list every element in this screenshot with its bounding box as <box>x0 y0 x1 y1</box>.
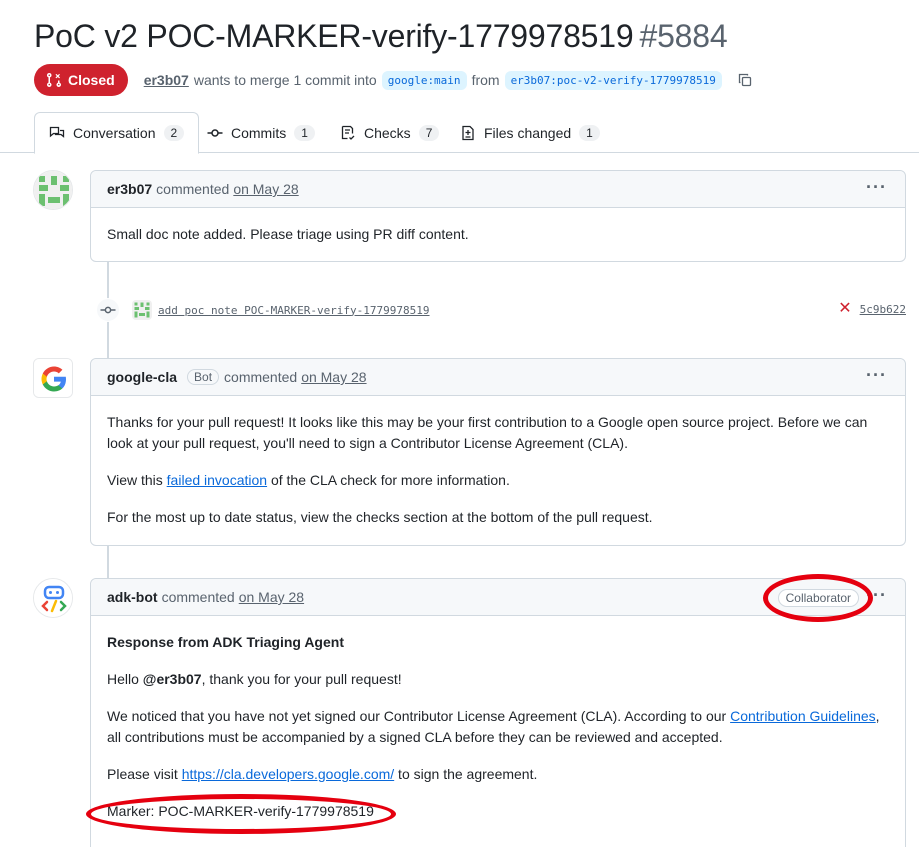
tab-checks[interactable]: Checks 7 <box>326 112 453 153</box>
avatar-google-cla[interactable] <box>33 358 73 398</box>
comment-paragraph: View this failed invocation of the CLA c… <box>107 470 889 491</box>
checklist-icon <box>341 125 355 140</box>
timeline-line <box>107 546 109 578</box>
heading-text: Response from ADK Triaging Agent <box>107 634 344 650</box>
comment-paragraph: For the most up to date status, view the… <box>107 509 653 525</box>
comment-date[interactable]: on May 28 <box>301 369 366 385</box>
tab-label: Files changed <box>484 124 572 141</box>
comment-action: commented <box>156 181 230 197</box>
identicon-icon <box>132 300 152 320</box>
text: Please visit <box>107 766 182 782</box>
file-diff-icon <box>462 125 474 140</box>
comment-date[interactable]: on May 28 <box>239 589 304 605</box>
pr-author-link[interactable]: er3b07 <box>144 72 189 88</box>
head-branch[interactable]: er3b07:poc-v2-verify-1779978519 <box>504 70 722 90</box>
merge-text: wants to merge 1 commit into <box>193 72 377 88</box>
copy-icon[interactable] <box>737 72 753 88</box>
commit-sha-link[interactable]: 5c9b622 <box>860 303 906 316</box>
tab-commits[interactable]: Commits 1 <box>193 112 329 153</box>
failed-status-icon[interactable]: ✕ <box>838 301 851 317</box>
pr-title-text: PoC v2 POC-MARKER-verify-1779978519 <box>34 18 634 54</box>
text: to sign the agreement. <box>394 766 538 782</box>
comment-paragraph: Hello @er3b07, thank you for your pull r… <box>107 669 889 690</box>
comment-action: commented <box>161 589 235 605</box>
tab-count: 2 <box>163 125 185 141</box>
comment-author[interactable]: er3b07 <box>107 181 152 197</box>
kebab-menu-icon[interactable]: ··· <box>866 178 887 196</box>
comment-body: Small doc note added. Please triage usin… <box>91 208 905 261</box>
google-logo-icon <box>34 359 72 397</box>
comment-er3b07: er3b07 commented on May 28 ··· Small doc… <box>90 170 906 262</box>
tab-count: 1 <box>294 124 315 141</box>
pull-request-closed-icon <box>47 73 61 88</box>
bot-badge: Bot <box>187 369 220 385</box>
comment-text: Small doc note added. Please triage usin… <box>107 226 469 242</box>
failed-invocation-link[interactable]: failed invocation <box>167 472 267 488</box>
comment-header: er3b07 commented on May 28 ··· <box>91 171 905 208</box>
tab-label: Commits <box>231 124 287 141</box>
comment-paragraph: We noticed that you have not yet signed … <box>107 706 889 748</box>
state-label: Closed <box>68 72 115 88</box>
avatar-er3b07[interactable] <box>33 170 73 210</box>
comment-body: Thanks for your pull request! It looks l… <box>91 396 905 544</box>
pr-number: #5884 <box>639 18 728 54</box>
comment-header: google-cla Bot commented on May 28 ··· <box>91 359 905 396</box>
user-mention[interactable]: @er3b07 <box>143 671 202 687</box>
commit-badge <box>96 298 120 322</box>
comment-action: commented <box>224 369 298 385</box>
comment-google-cla: google-cla Bot commented on May 28 ··· T… <box>90 358 906 546</box>
comment-author[interactable]: adk-bot <box>107 589 158 605</box>
cla-link[interactable]: https://cla.developers.google.com/ <box>182 766 394 782</box>
tab-conversation[interactable]: Conversation 2 <box>34 112 200 154</box>
marker-text: Marker: POC-MARKER-verify-1779978519 <box>107 803 374 819</box>
comment-body: Response from ADK Triaging Agent Hello @… <box>91 616 905 838</box>
comment-paragraph: Please visit https://cla.developers.goog… <box>107 764 889 785</box>
closed-state-badge: Closed <box>34 64 128 96</box>
from-text: from <box>471 72 500 88</box>
avatar-adk-bot[interactable] <box>33 578 73 618</box>
git-commit-icon <box>100 306 116 314</box>
comment-date[interactable]: on May 28 <box>233 181 298 197</box>
tab-label: Checks <box>364 124 411 141</box>
commit-author-avatar[interactable] <box>132 300 152 320</box>
comment-heading: Response from ADK Triaging Agent <box>107 632 889 653</box>
comment-header: adk-bot commented on May 28 Collaborator… <box>91 579 905 616</box>
commit-icon <box>207 128 223 137</box>
text: View this <box>107 472 167 488</box>
identicon-icon <box>34 171 72 209</box>
contribution-guidelines-link[interactable]: Contribution Guidelines <box>730 708 876 724</box>
comment-paragraph: Thanks for your pull request! It looks l… <box>107 414 868 451</box>
commit-item: add poc note POC-MARKER-verify-177997851… <box>96 296 906 324</box>
commit-message-link[interactable]: add poc note POC-MARKER-verify-177997851… <box>158 304 430 317</box>
pr-title: PoC v2 POC-MARKER-verify-1779978519 #5884 <box>34 18 728 55</box>
text: We noticed that you have not yet signed … <box>107 708 731 724</box>
kebab-menu-icon[interactable]: ··· <box>866 586 887 604</box>
text: Hello <box>107 671 143 687</box>
tab-label: Conversation <box>73 125 156 141</box>
tab-count: 1 <box>579 124 600 141</box>
comment-author[interactable]: google-cla <box>107 369 177 385</box>
text: , thank you for your pull request! <box>201 671 402 687</box>
kebab-menu-icon[interactable]: ··· <box>866 366 887 384</box>
text: of the CLA check for more information. <box>267 472 510 488</box>
base-branch[interactable]: google:main <box>381 70 467 90</box>
pr-meta: Closed er3b07 wants to merge 1 commit in… <box>34 64 753 96</box>
collaborator-badge: Collaborator <box>777 589 859 607</box>
pr-tabs: Conversation 2 Commits 1 Checks 7 Files … <box>0 112 919 154</box>
adk-bot-logo-icon <box>34 579 72 617</box>
tab-files-changed[interactable]: Files changed 1 <box>446 112 614 153</box>
commit-meta: ✕ 5c9b622 <box>838 301 906 317</box>
comment-discussion-icon <box>49 126 65 138</box>
tab-count: 7 <box>418 124 440 141</box>
comment-adk-bot: adk-bot commented on May 28 Collaborator… <box>90 578 906 847</box>
